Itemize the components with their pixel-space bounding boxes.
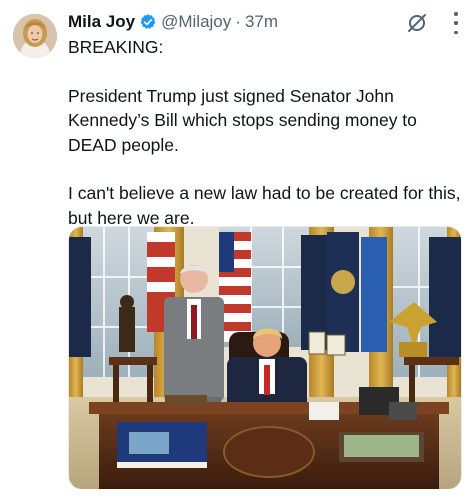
tweet-photo[interactable] [68, 226, 462, 490]
tweet-time[interactable]: 37m [245, 12, 278, 32]
tweet-paragraph: BREAKING: [68, 37, 164, 57]
tweet-paragraph: I can't believe a new law had to be crea… [68, 183, 461, 228]
verified-badge-icon [139, 13, 157, 31]
tweet: Mila Joy @Milajoy · 37m BREAKING: Presid… [0, 0, 474, 500]
author-name[interactable]: Mila Joy [68, 12, 135, 32]
more-options-icon[interactable] [447, 12, 465, 34]
grok-icon[interactable] [405, 11, 429, 35]
tweet-header: Mila Joy @Milajoy · 37m [68, 10, 278, 34]
avatar[interactable] [13, 14, 57, 58]
author-handle[interactable]: @Milajoy [161, 12, 231, 32]
tweet-paragraph: President Trump just signed Senator John… [68, 85, 417, 155]
tweet-footer-space [0, 489, 474, 500]
separator-dot: · [235, 12, 241, 31]
tweet-text: BREAKING: President Trump just signed Se… [68, 35, 464, 230]
